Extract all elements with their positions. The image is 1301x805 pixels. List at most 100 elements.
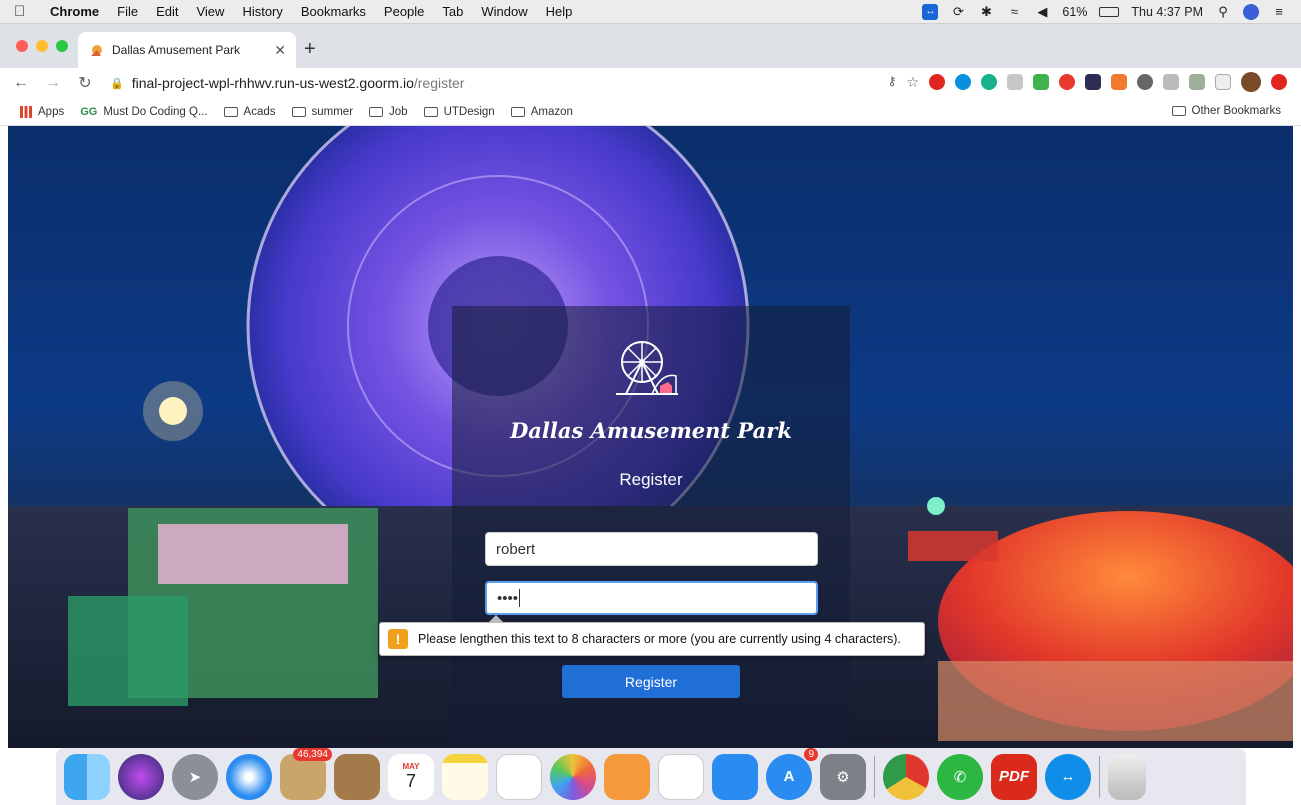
dark-extension-icon[interactable] bbox=[1085, 74, 1101, 90]
other-bookmarks[interactable]: Other Bookmarks bbox=[1171, 105, 1281, 117]
pages-icon[interactable] bbox=[604, 753, 650, 800]
bookmark-star-icon[interactable]: ☆ bbox=[906, 74, 919, 90]
bookmark-folder-job[interactable]: Job bbox=[369, 106, 408, 118]
pdf-reader-icon[interactable]: PDF bbox=[991, 753, 1037, 800]
photos-icon[interactable] bbox=[550, 753, 596, 800]
menu-window[interactable]: Window bbox=[481, 4, 527, 19]
bookmark-label: Acads bbox=[243, 105, 276, 118]
macos-dock: ➤ 46,394 MAY 7 A 9 ⚙ ✆ PDF ↔ bbox=[56, 747, 1246, 805]
bookmark-must-do-coding[interactable]: GG Must Do Coding Q... bbox=[80, 106, 207, 118]
maximize-window-button[interactable] bbox=[56, 40, 68, 52]
reminders-icon[interactable] bbox=[496, 753, 542, 800]
folder-icon bbox=[369, 106, 384, 117]
clock[interactable]: Thu 4:37 PM bbox=[1131, 5, 1203, 19]
browser-toolbar: ← → ↻ 🔒 final-project-wpl-rhhwv.run-us-w… bbox=[0, 68, 1301, 98]
system-preferences-icon[interactable]: ⚙ bbox=[820, 753, 866, 800]
username-input[interactable]: robert bbox=[485, 532, 818, 566]
mask-extension-icon[interactable] bbox=[1007, 74, 1023, 90]
tab-dallas-amusement-park[interactable]: Dallas Amusement Park ✕ bbox=[78, 32, 296, 68]
url-host: final-project-wpl-rhhwv.run-us-west2.goo… bbox=[131, 75, 414, 91]
launchpad-icon[interactable]: ➤ bbox=[172, 753, 218, 800]
wifi-icon[interactable]: ≈ bbox=[1006, 4, 1022, 20]
opera-extension-icon[interactable] bbox=[929, 74, 945, 90]
grammarly-extension-icon[interactable] bbox=[981, 74, 997, 90]
siri-icon[interactable] bbox=[1243, 3, 1259, 20]
menu-help[interactable]: Help bbox=[546, 4, 573, 19]
bookmark-folder-summer[interactable]: summer bbox=[291, 106, 353, 118]
sync-tray-icon[interactable]: ⟳ bbox=[950, 4, 966, 20]
back-icon[interactable]: ← bbox=[10, 74, 32, 92]
volume-icon[interactable]: ◀ bbox=[1034, 4, 1050, 20]
green-extension-icon[interactable] bbox=[1033, 74, 1049, 90]
calendar-day: 7 bbox=[405, 770, 416, 791]
validation-message: Please lengthen this text to 8 character… bbox=[418, 632, 901, 646]
ferris-wheel-logo-icon bbox=[616, 341, 678, 395]
apple-menu-icon[interactable]:  bbox=[14, 3, 36, 20]
calculator-extension-icon[interactable] bbox=[1111, 74, 1127, 90]
chrome-icon[interactable] bbox=[883, 753, 929, 800]
address-bar[interactable]: 🔒 final-project-wpl-rhhwv.run-us-west2.g… bbox=[110, 70, 810, 96]
tab-close-icon[interactable]: ✕ bbox=[274, 42, 286, 59]
dock-separator bbox=[874, 755, 875, 798]
battery-icon[interactable] bbox=[1099, 6, 1120, 17]
close-window-button[interactable] bbox=[16, 40, 28, 52]
menu-history[interactable]: History bbox=[242, 4, 282, 19]
bluetooth-icon[interactable]: ✱ bbox=[978, 4, 994, 20]
siri-icon[interactable] bbox=[118, 753, 164, 800]
password-input[interactable]: •••• bbox=[485, 581, 818, 615]
new-tab-button[interactable]: + bbox=[304, 38, 316, 61]
trash-icon[interactable] bbox=[1108, 753, 1146, 800]
calendar-icon[interactable]: MAY 7 bbox=[388, 753, 434, 800]
folder-icon bbox=[423, 106, 438, 117]
forward-icon[interactable]: → bbox=[42, 74, 64, 92]
lock-icon[interactable]: 🔒 bbox=[110, 77, 124, 90]
folder-icon bbox=[1171, 106, 1186, 116]
macos-menubar:  Chrome File Edit View History Bookmark… bbox=[0, 0, 1301, 24]
mail-icon[interactable]: 46,394 bbox=[280, 747, 332, 800]
menu-app-name[interactable]: Chrome bbox=[50, 4, 99, 19]
tab-strip: Dallas Amusement Park ✕ + bbox=[0, 24, 1301, 68]
status-tray: ↔ ⟳ ✱ ≈ ◀ 61% Thu 4:37 PM ⚲ ≡ bbox=[922, 3, 1287, 20]
bookmark-label: Must Do Coding Q... bbox=[103, 105, 208, 118]
battery-percent[interactable]: 61% bbox=[1062, 5, 1087, 19]
app-store-icon[interactable]: A 9 bbox=[766, 747, 818, 800]
notes-icon[interactable] bbox=[442, 753, 488, 800]
notification-center-icon[interactable]: ≡ bbox=[1271, 4, 1287, 20]
reload-icon[interactable]: ↻ bbox=[74, 73, 96, 93]
calendar-month: MAY bbox=[402, 761, 420, 771]
bookmark-folder-acads[interactable]: Acads bbox=[223, 105, 276, 118]
extension-icons: ⚷ ☆ bbox=[888, 72, 1287, 92]
mail-badge: 46,394 bbox=[293, 747, 332, 761]
code-extension-icon[interactable] bbox=[1215, 74, 1231, 90]
bookmark-folder-amazon[interactable]: Amazon bbox=[510, 106, 573, 118]
book-extension-icon[interactable] bbox=[1189, 74, 1205, 90]
bookmark-apps[interactable]: Apps bbox=[20, 105, 65, 118]
register-button[interactable]: Register bbox=[562, 665, 740, 698]
contacts-icon[interactable] bbox=[334, 753, 380, 800]
spotlight-search-icon[interactable]: ⚲ bbox=[1215, 4, 1231, 20]
numbers-icon[interactable] bbox=[658, 753, 704, 800]
menu-file[interactable]: File bbox=[117, 4, 138, 19]
teamviewer-icon[interactable]: ↔ bbox=[1045, 753, 1091, 800]
minimize-window-button[interactable] bbox=[36, 40, 48, 52]
menu-edit[interactable]: Edit bbox=[156, 4, 178, 19]
menu-bookmarks[interactable]: Bookmarks bbox=[301, 4, 366, 19]
teamviewer-tray-icon[interactable]: ↔ bbox=[922, 3, 939, 20]
bike-extension-icon[interactable] bbox=[1163, 74, 1179, 90]
opera-vpn-icon[interactable] bbox=[1271, 74, 1287, 90]
safari-icon[interactable] bbox=[226, 753, 272, 800]
circle-extension-icon[interactable] bbox=[1137, 74, 1153, 90]
profile-avatar[interactable] bbox=[1241, 72, 1261, 92]
bookmark-folder-utdesign[interactable]: UTDesign bbox=[423, 106, 495, 118]
keynote-icon[interactable] bbox=[712, 753, 758, 800]
skype-extension-icon[interactable] bbox=[955, 74, 971, 90]
adblock-extension-icon[interactable] bbox=[1059, 74, 1075, 90]
menu-tab[interactable]: Tab bbox=[442, 4, 463, 19]
brand-title: Dallas Amusement Park bbox=[510, 418, 792, 443]
whatsapp-icon[interactable]: ✆ bbox=[937, 753, 983, 800]
menu-people[interactable]: People bbox=[384, 4, 424, 19]
key-icon[interactable]: ⚷ bbox=[888, 74, 897, 90]
finder-icon[interactable] bbox=[64, 753, 110, 800]
menu-view[interactable]: View bbox=[196, 4, 224, 19]
bookmark-apps-label: Apps bbox=[38, 105, 65, 118]
